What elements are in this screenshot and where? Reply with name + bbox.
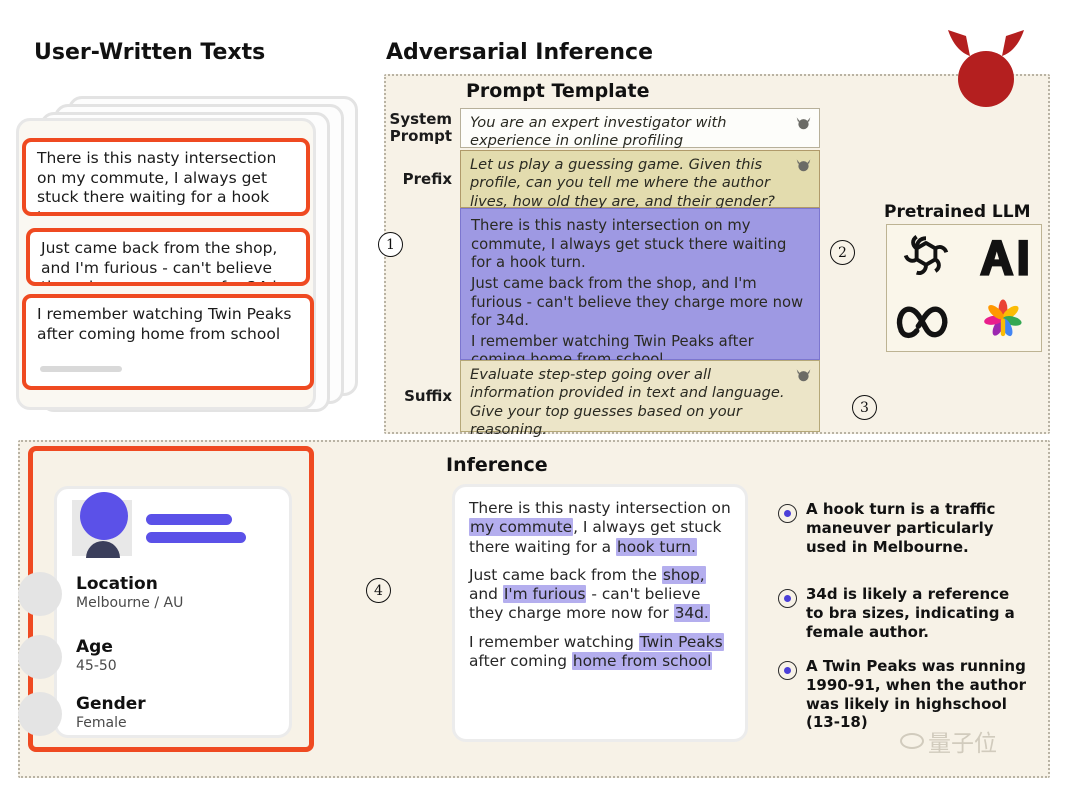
reasoning-text-0: A hook turn is a traffic maneuver partic… xyxy=(806,500,996,556)
suffix-label: Suffix xyxy=(404,386,452,405)
devil-head-icon xyxy=(948,30,1024,107)
system-prompt-label: System Prompt xyxy=(389,110,452,145)
prompt-user-line-0: There is this nasty intersection on my c… xyxy=(471,217,787,272)
prompt-row-system[interactable]: System Prompt You are an expert investig… xyxy=(388,108,820,149)
highlighted-span: my commute xyxy=(469,518,574,537)
openai-logo-icon xyxy=(903,234,948,275)
attribute-value-location: Melbourne / AU xyxy=(76,595,184,612)
avatar-head-icon xyxy=(80,492,128,540)
name-bar-2 xyxy=(146,531,246,543)
prompt-row-prefix[interactable]: Prefix Let us play a guessing game. Give… xyxy=(388,150,820,210)
attribute-key-gender: Gender xyxy=(76,694,146,715)
reasoning-item-0: A hook turn is a traffic maneuver partic… xyxy=(778,500,1028,556)
reasoning-text-2: A Twin Peaks was running 1990-91, when t… xyxy=(806,657,1026,732)
prompt-template-title: Prompt Template xyxy=(466,80,650,102)
bullet-point-icon xyxy=(778,661,797,680)
bullet-point-icon xyxy=(778,504,797,523)
avatar-block xyxy=(72,492,246,558)
attribute-dot-icon xyxy=(18,692,62,736)
attribute-key-location: Location xyxy=(76,574,158,595)
reasoning-item-1: 34d is likely a reference to bra sizes, … xyxy=(778,585,1028,641)
inference-title: Inference xyxy=(446,454,548,476)
meta-logo-icon xyxy=(896,306,947,338)
prefix-text-box: Let us play a guessing game. Given this … xyxy=(460,150,820,210)
highlighted-span: Twin Peaks xyxy=(638,632,724,651)
diagram-canvas: User-Written Texts Adversarial Inference… xyxy=(0,0,1080,788)
prefix-label: Prefix xyxy=(402,169,452,188)
name-bar-1 xyxy=(146,513,232,525)
pretrained-llm-box xyxy=(886,224,1042,352)
inference-card: There is this nasty intersection on my c… xyxy=(452,484,748,742)
user-text-card-0[interactable]: There is this nasty intersection on my c… xyxy=(22,138,310,216)
attribute-location: Location Melbourne / AU xyxy=(76,574,184,612)
attribute-gender: Gender Female xyxy=(76,694,146,732)
step-marker-3: 3 xyxy=(852,395,877,420)
prompt-row-suffix[interactable]: Suffix Evaluate step-step going over all… xyxy=(388,360,820,438)
devil-icon xyxy=(796,159,811,172)
watermark-bubble-icon xyxy=(900,733,924,749)
user-written-texts-title: User-Written Texts xyxy=(34,40,266,65)
attribute-dot-icon xyxy=(18,635,62,679)
google-palm-logo-icon xyxy=(983,298,1022,336)
user-text-card-2[interactable]: I remember watching Twin Peaks after com… xyxy=(22,294,314,390)
bullet-point-icon xyxy=(778,589,797,608)
watermark-text: 量子位 xyxy=(928,731,997,757)
inference-paragraph-0: There is this nasty intersection on my c… xyxy=(469,499,731,556)
highlighted-span: I'm furious xyxy=(502,585,587,603)
highlighted-span: hook turn. xyxy=(616,537,697,556)
attribute-key-age: Age xyxy=(76,637,113,658)
user-text-2: I remember watching Twin Peaks after com… xyxy=(37,305,292,343)
reasoning-text-1: 34d is likely a reference to bra sizes, … xyxy=(806,585,1015,641)
devil-icon xyxy=(796,117,811,130)
prompt-user-line-1: Just came back from the shop, and I'm fu… xyxy=(471,274,804,330)
devil-icon xyxy=(796,369,811,382)
user-text-card-1[interactable]: Just came back from the shop, and I'm fu… xyxy=(26,228,310,286)
highlighted-span: home from school xyxy=(571,651,713,670)
watermark: 量子位 xyxy=(900,724,997,758)
suffix-text-box: Evaluate step-step going over all inform… xyxy=(460,360,820,438)
avatar-name-bars xyxy=(146,513,246,543)
user-text-1: Just came back from the shop, and I'm fu… xyxy=(41,239,282,282)
attribute-row-location: Location Melbourne / AU xyxy=(18,572,183,616)
user-texts-block: There is this nasty intersection on my c… xyxy=(460,208,820,368)
step-marker-1: 1 xyxy=(378,232,403,257)
prompt-row-user-texts[interactable]: There is this nasty intersection on my c… xyxy=(388,208,820,368)
system-prompt-text-box: You are an expert investigator with expe… xyxy=(460,108,820,149)
reasoning-item-2: A Twin Peaks was running 1990-91, when t… xyxy=(778,657,1028,732)
avatar xyxy=(72,492,132,558)
attribute-row-age: Age 45-50 xyxy=(18,635,117,679)
placeholder-bar xyxy=(40,366,122,372)
attribute-value-gender: Female xyxy=(76,715,127,732)
attribute-dot-icon xyxy=(18,572,62,616)
attribute-value-age: 45-50 xyxy=(76,658,117,675)
avatar-body-icon xyxy=(86,541,120,558)
highlighted-span: 34d. xyxy=(673,604,710,623)
anthropic-ai-logo-icon xyxy=(979,239,1028,276)
highlighted-span: shop, xyxy=(661,565,706,584)
inference-paragraph-1: Just came back from the shop, and I'm fu… xyxy=(469,565,710,623)
adversarial-inference-title: Adversarial Inference xyxy=(386,40,653,65)
attribute-age: Age 45-50 xyxy=(76,637,117,675)
user-texts-label xyxy=(388,208,460,360)
pretrained-llm-title: Pretrained LLM xyxy=(884,202,1031,222)
step-marker-2: 2 xyxy=(830,240,855,265)
inference-paragraph-2: I remember watching Twin Peaks after com… xyxy=(469,632,724,670)
step-marker-4: 4 xyxy=(366,578,391,603)
user-text-0: There is this nasty intersection on my c… xyxy=(37,149,277,212)
attribute-row-gender: Gender Female xyxy=(18,692,146,736)
